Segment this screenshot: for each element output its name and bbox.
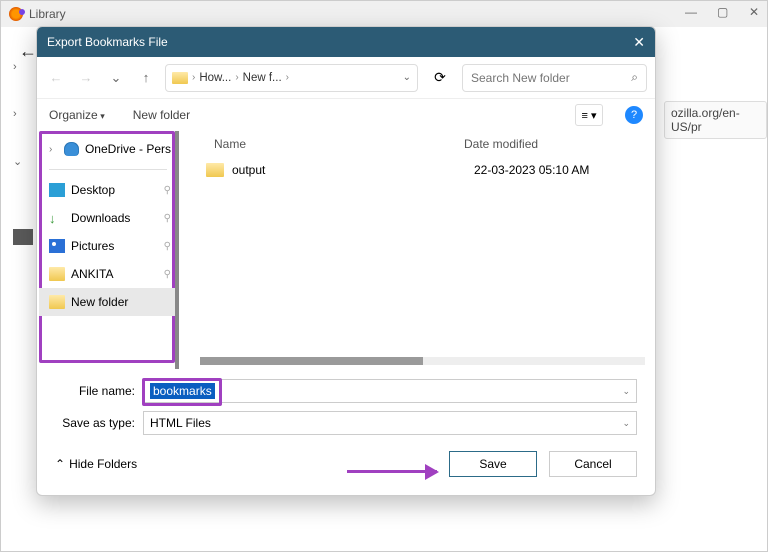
new-folder-button[interactable]: New folder bbox=[133, 108, 190, 122]
hide-folders-toggle[interactable]: ⌃ Hide Folders bbox=[55, 457, 137, 471]
chevron-up-icon: ⌃ bbox=[55, 457, 65, 471]
cancel-button[interactable]: Cancel bbox=[549, 451, 637, 477]
chevron-down-icon[interactable]: ⌄ bbox=[403, 72, 411, 83]
row-date: 22-03-2023 05:10 AM bbox=[474, 163, 589, 177]
maximize-icon[interactable]: ▢ bbox=[717, 5, 729, 17]
library-tree-chevrons: ››⌄ bbox=[13, 61, 22, 168]
filename-row: File name: bookmarks ⌄ bbox=[55, 379, 637, 403]
desktop-icon bbox=[49, 183, 65, 197]
dialog-title-text: Export Bookmarks File bbox=[47, 35, 168, 49]
dialog-titlebar: Export Bookmarks File ✕ bbox=[37, 27, 655, 57]
savetype-row: Save as type: HTML Files ⌄ bbox=[55, 411, 637, 435]
nav-label: Downloads bbox=[71, 211, 130, 225]
crumb-1[interactable]: How... bbox=[199, 72, 231, 84]
hide-folders-label: Hide Folders bbox=[69, 457, 137, 471]
save-button[interactable]: Save bbox=[449, 451, 537, 477]
nav-label: New folder bbox=[71, 295, 128, 309]
search-field[interactable] bbox=[471, 71, 638, 85]
table-row[interactable]: output 22-03-2023 05:10 AM bbox=[178, 157, 655, 183]
nav-label: Desktop bbox=[71, 183, 115, 197]
nav-label: OneDrive - Pers bbox=[85, 142, 171, 156]
filename-label: File name: bbox=[55, 384, 135, 398]
library-url-fragment: ozilla.org/en-US/pr bbox=[664, 101, 767, 139]
horizontal-scrollbar[interactable] bbox=[200, 357, 645, 365]
nav-history-icon[interactable]: ⌄ bbox=[105, 67, 127, 89]
nav-newfolder[interactable]: New folder bbox=[39, 288, 177, 316]
dialog-body: › OneDrive - Pers Desktop ⚲ ↓ Downloads … bbox=[37, 131, 655, 369]
nav-label: Pictures bbox=[71, 239, 114, 253]
search-icon: ⌕ bbox=[631, 70, 638, 85]
form-area: File name: bookmarks ⌄ Save as type: HTM… bbox=[37, 369, 655, 435]
dialog-navbar: ← → ⌄ ↑ › How... › New f... › ⌄ ⟳ ⌕ bbox=[37, 57, 655, 99]
crumb-2[interactable]: New f... bbox=[243, 72, 282, 84]
cloud-icon bbox=[64, 142, 79, 156]
nav-label: ANKITA bbox=[71, 267, 113, 281]
filename-field[interactable]: bookmarks ⌄ bbox=[143, 379, 637, 403]
nav-pictures[interactable]: Pictures ⚲ bbox=[39, 232, 177, 260]
nav-onedrive[interactable]: › OneDrive - Pers bbox=[39, 135, 177, 163]
pin-icon: ⚲ bbox=[164, 269, 171, 280]
savetype-field[interactable]: HTML Files ⌄ bbox=[143, 411, 637, 435]
scroll-thumb[interactable] bbox=[200, 357, 423, 365]
folder-icon bbox=[49, 267, 65, 281]
nav-back-icon[interactable]: ← bbox=[45, 67, 67, 89]
close-icon[interactable]: ✕ bbox=[749, 5, 761, 17]
firefox-icon bbox=[9, 7, 23, 21]
pin-icon: ⚲ bbox=[164, 241, 171, 252]
folder-icon bbox=[172, 72, 188, 84]
row-name: output bbox=[232, 163, 474, 177]
dialog-toolbar: Organize New folder ≡ ▾ ? bbox=[37, 99, 655, 131]
savetype-label: Save as type: bbox=[55, 416, 135, 430]
dialog-footer: ⌃ Hide Folders Save Cancel bbox=[37, 443, 655, 491]
filename-value: bookmarks bbox=[150, 383, 215, 399]
col-date[interactable]: Date modified bbox=[464, 137, 538, 151]
pictures-icon bbox=[49, 239, 65, 253]
file-header: Name Date modified bbox=[178, 131, 655, 157]
export-dialog: Export Bookmarks File ✕ ← → ⌄ ↑ › How...… bbox=[36, 26, 656, 496]
chevron-down-icon[interactable]: ⌄ bbox=[622, 386, 630, 397]
organize-menu[interactable]: Organize bbox=[49, 108, 105, 122]
nav-desktop[interactable]: Desktop ⚲ bbox=[39, 176, 177, 204]
library-selected-row bbox=[13, 229, 33, 245]
window-buttons: — ▢ ✕ bbox=[685, 5, 761, 17]
nav-ankita[interactable]: ANKITA ⚲ bbox=[39, 260, 177, 288]
nav-forward-icon[interactable]: → bbox=[75, 67, 97, 89]
download-icon: ↓ bbox=[49, 211, 65, 225]
refresh-icon[interactable]: ⟳ bbox=[426, 64, 454, 92]
help-icon[interactable]: ? bbox=[625, 106, 643, 124]
nav-divider bbox=[49, 169, 167, 170]
view-menu[interactable]: ≡ ▾ bbox=[575, 104, 603, 126]
chevron-down-icon[interactable]: ⌄ bbox=[622, 418, 630, 429]
folder-icon bbox=[206, 163, 224, 177]
file-pane: Name Date modified output 22-03-2023 05:… bbox=[177, 131, 655, 369]
splitter[interactable] bbox=[175, 131, 179, 369]
folder-icon bbox=[49, 295, 65, 309]
annotation-arrow bbox=[347, 470, 437, 473]
library-back-icon[interactable]: ← bbox=[19, 41, 37, 62]
nav-up-icon[interactable]: ↑ bbox=[135, 67, 157, 89]
library-titlebar: Library — ▢ ✕ bbox=[1, 1, 767, 27]
pin-icon: ⚲ bbox=[164, 185, 171, 196]
nav-downloads[interactable]: ↓ Downloads ⚲ bbox=[39, 204, 177, 232]
nav-pane: › OneDrive - Pers Desktop ⚲ ↓ Downloads … bbox=[37, 131, 177, 369]
library-title-text: Library bbox=[29, 7, 66, 21]
breadcrumb[interactable]: › How... › New f... › ⌄ bbox=[165, 64, 418, 92]
chevron-right-icon: › bbox=[49, 144, 58, 155]
minimize-icon[interactable]: — bbox=[685, 5, 697, 17]
col-name[interactable]: Name bbox=[214, 137, 464, 151]
dialog-close-icon[interactable]: ✕ bbox=[633, 34, 645, 51]
savetype-value: HTML Files bbox=[150, 416, 211, 430]
search-input[interactable]: ⌕ bbox=[462, 64, 647, 92]
pin-icon: ⚲ bbox=[164, 213, 171, 224]
